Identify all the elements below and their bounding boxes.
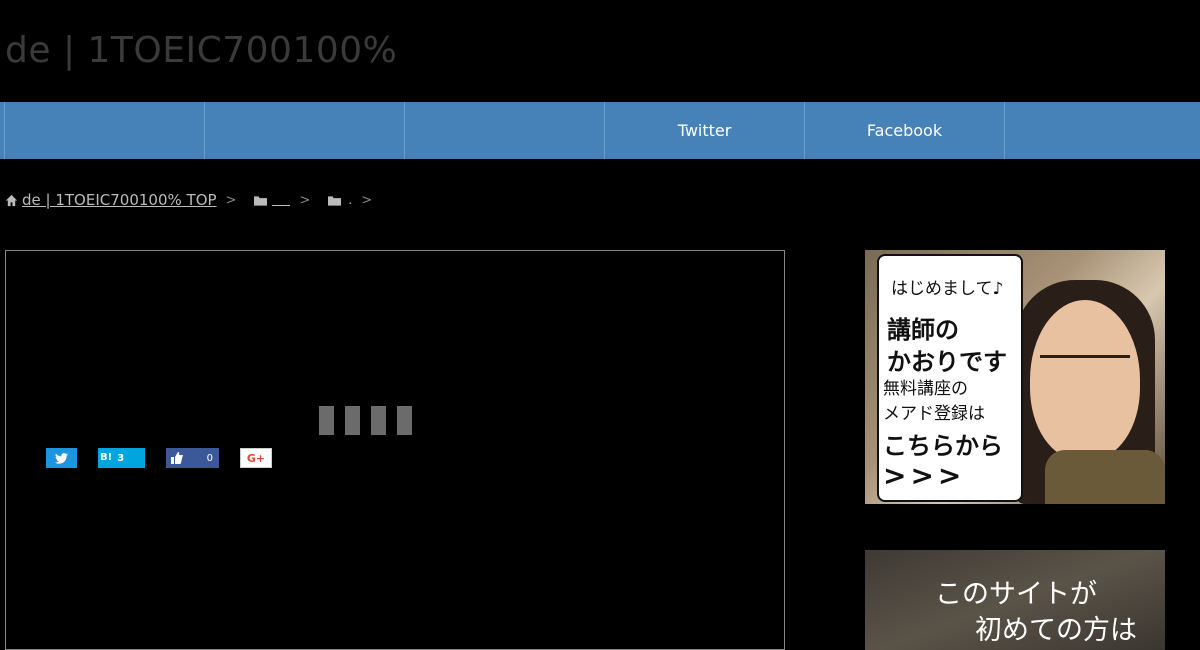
site-title[interactable]: de | 1TOEIC700100% (5, 30, 397, 71)
breadcrumb-category-2[interactable]: . (348, 193, 352, 207)
chevron-right-icon: > (361, 192, 373, 208)
banner-text-1: 無料講座の (883, 379, 968, 399)
chevron-right-icon: > (299, 192, 311, 208)
loading-indicator (319, 406, 412, 435)
breadcrumb: de | 1TOEIC700100% TOP > > . > (5, 190, 382, 210)
banner-cta: こちらから (883, 432, 1003, 460)
folder-icon (254, 195, 268, 206)
nav-item-3[interactable] (405, 102, 605, 159)
folder-icon (328, 195, 342, 206)
hatena-bookmark-count: 3 (117, 452, 125, 464)
banner-arrows: >>> (883, 459, 966, 492)
article-container: B! 3 0 G+ (5, 250, 785, 650)
banner-photo-glasses (1040, 355, 1130, 380)
nav-item-1[interactable] (5, 102, 205, 159)
google-plus-icon: G+ (246, 451, 266, 465)
loader-bar (319, 406, 334, 435)
first-visit-line-1: このサイトが (935, 579, 1097, 610)
banner-heading-2: かおりです (887, 348, 1007, 376)
breadcrumb-home-label: de | 1TOEIC700100% (22, 191, 182, 209)
twitter-share-button[interactable] (46, 448, 77, 468)
banner-photo-face (1030, 300, 1140, 460)
loader-bar (345, 406, 360, 435)
breadcrumb-home-link[interactable]: de | 1TOEIC700100% TOP (22, 191, 217, 209)
breadcrumb-top-label: TOP (186, 191, 217, 209)
nav-item-facebook[interactable]: Facebook (805, 102, 1005, 159)
first-visit-banner[interactable]: このサイトが 初めての方は (865, 550, 1165, 650)
share-buttons: B! 3 0 G+ (46, 448, 272, 468)
global-nav: Twitter Facebook (0, 102, 1200, 159)
banner-message-card: はじめまして♪ 講師の かおりです 無料講座の メアド登録は こちらから >>> (877, 254, 1023, 502)
facebook-like-count: 0 (206, 452, 213, 464)
google-plus-button[interactable]: G+ (240, 448, 272, 468)
thumbs-up-icon (171, 452, 183, 464)
loader-bar (371, 406, 386, 435)
hatena-bookmark-button[interactable]: B! 3 (98, 448, 145, 468)
banner-text-2: メアド登録は (883, 404, 985, 424)
banner-heading-1: 講師の (887, 316, 959, 344)
banner-greeting: はじめまして♪ (891, 279, 1004, 299)
loader-bar (397, 406, 412, 435)
hatena-bookmark-icon: B! (100, 452, 113, 463)
facebook-like-button[interactable]: 0 (166, 448, 219, 468)
nav-item-2[interactable] (205, 102, 405, 159)
home-icon (5, 194, 18, 206)
first-visit-line-2: 初めての方は (975, 615, 1137, 646)
banner-photo-shirt (1045, 450, 1165, 504)
chevron-right-icon: > (225, 192, 237, 208)
nav-item-twitter[interactable]: Twitter (605, 102, 805, 159)
breadcrumb-category-1[interactable] (272, 191, 291, 210)
twitter-bird-icon (55, 452, 68, 464)
instructor-banner[interactable]: はじめまして♪ 講師の かおりです 無料講座の メアド登録は こちらから >>> (865, 250, 1165, 504)
